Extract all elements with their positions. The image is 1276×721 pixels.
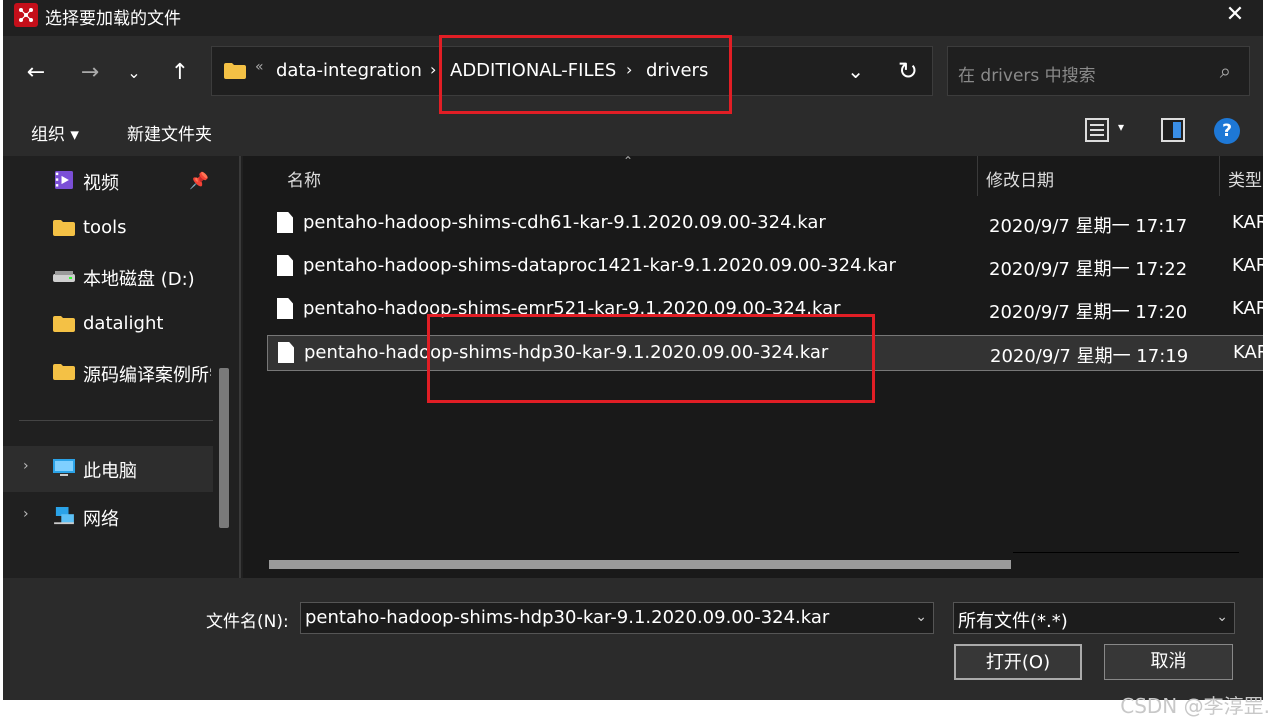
- organize-menu-button[interactable]: 组织 ▾: [31, 120, 79, 145]
- forward-arrow-icon[interactable]: →: [75, 58, 105, 88]
- sidebar-item-videos[interactable]: 视频 📌: [3, 158, 213, 204]
- sidebar-scrollbar[interactable]: [219, 368, 229, 528]
- filetype-chevron-icon[interactable]: ⌄: [1216, 609, 1228, 625]
- breadcrumb-overflow[interactable]: «: [255, 59, 264, 75]
- sidebar-item-label: 本地磁盘 (D:): [83, 269, 195, 290]
- file-type: KAR: [1232, 212, 1263, 233]
- file-row[interactable]: pentaho-hadoop-shims-dataproc1421-kar-9.…: [267, 249, 1263, 285]
- cancel-button[interactable]: 取消: [1104, 644, 1233, 680]
- annotation-highlight-path: [439, 35, 732, 114]
- app-icon: [14, 3, 38, 27]
- expand-chevron-icon[interactable]: ›: [23, 458, 29, 474]
- expand-chevron-icon[interactable]: ›: [23, 506, 29, 522]
- computer-icon: [53, 459, 75, 476]
- search-icon[interactable]: ⌕: [1220, 59, 1231, 83]
- back-arrow-icon[interactable]: ←: [21, 58, 51, 88]
- file-date: 2020/9/7 星期一 17:20: [989, 302, 1188, 323]
- pin-icon[interactable]: 📌: [189, 171, 209, 190]
- sort-ascending-icon: ⌃: [623, 154, 634, 168]
- column-divider[interactable]: [1219, 156, 1220, 196]
- network-icon: [54, 507, 74, 525]
- up-arrow-icon[interactable]: ↑: [165, 58, 195, 88]
- file-date: 2020/9/7 星期一 17:19: [990, 346, 1189, 367]
- title-bar: 选择要加载的文件 ✕: [3, 0, 1263, 30]
- file-type: KAR: [1233, 342, 1263, 363]
- sidebar-item-this-pc[interactable]: › 此电脑: [3, 446, 213, 492]
- file-type: KAR: [1232, 298, 1263, 319]
- sidebar-item-network[interactable]: › 网络: [3, 494, 213, 540]
- search-placeholder: 在 drivers 中搜索: [958, 66, 1096, 86]
- video-icon: [55, 171, 73, 189]
- view-options-chevron-icon[interactable]: ▾: [1118, 120, 1124, 134]
- filetype-value: 所有文件(*.*): [958, 611, 1068, 632]
- file-date: 2020/9/7 星期一 17:22: [989, 259, 1188, 280]
- file-icon: [278, 342, 294, 363]
- filetype-select[interactable]: 所有文件(*.*) ⌄: [953, 602, 1235, 634]
- column-header-type[interactable]: 类型: [1228, 166, 1262, 191]
- sidebar-item-datalight[interactable]: datalight: [3, 302, 213, 348]
- watermark: CSDN @李淳罡.: [1120, 694, 1270, 718]
- search-box[interactable]: 在 drivers 中搜索 ⌕: [947, 46, 1250, 96]
- new-folder-button[interactable]: 新建文件夹: [127, 120, 212, 145]
- filename-label: 文件名(N):: [206, 612, 289, 632]
- file-icon: [277, 212, 293, 233]
- recent-locations-chevron-icon[interactable]: ⌄: [119, 58, 149, 88]
- sidebar-item-label: tools: [83, 217, 127, 238]
- filename-history-chevron-icon[interactable]: ⌄: [915, 609, 927, 625]
- view-options-icon[interactable]: [1085, 118, 1109, 142]
- window-title: 选择要加载的文件: [45, 9, 181, 29]
- sidebar-item-label: 此电脑: [83, 461, 137, 482]
- navigation-pane: 视频 📌 tools 本地磁盘 (D:) datalight 源码编译案例所需 …: [3, 156, 235, 578]
- pane-splitter[interactable]: [239, 156, 241, 578]
- preview-pane-icon[interactable]: [1161, 118, 1185, 142]
- breadcrumb-data-integration[interactable]: data-integration: [276, 60, 422, 81]
- file-name: pentaho-hadoop-shims-dataproc1421-kar-9.…: [303, 255, 896, 276]
- file-type: KAR: [1232, 255, 1263, 276]
- sidebar-item-label: 源码编译案例所需: [83, 365, 211, 386]
- column-header-name[interactable]: 名称: [287, 166, 321, 191]
- folder-icon: [53, 316, 75, 332]
- sidebar-item-label: 网络: [83, 509, 119, 530]
- folder-icon: [53, 220, 75, 236]
- file-icon: [277, 298, 293, 319]
- sidebar-divider: [19, 420, 213, 421]
- drive-icon: [53, 271, 75, 282]
- dialog-footer: 文件名(N): pentaho-hadoop-shims-hdp30-kar-9…: [3, 578, 1263, 700]
- help-icon[interactable]: ?: [1214, 118, 1240, 144]
- file-name: pentaho-hadoop-shims-cdh61-kar-9.1.2020.…: [303, 212, 826, 233]
- horizontal-scrollbar[interactable]: [269, 560, 1011, 569]
- address-history-chevron-icon[interactable]: ⌄: [847, 59, 864, 83]
- sidebar-item-source-build[interactable]: 源码编译案例所需: [3, 350, 213, 396]
- scrollbar-track-edge: [1013, 552, 1239, 553]
- column-divider[interactable]: [977, 156, 978, 196]
- open-button[interactable]: 打开(O): [954, 644, 1082, 680]
- sidebar-item-label: datalight: [83, 313, 164, 334]
- close-button[interactable]: ✕: [1221, 2, 1249, 28]
- column-header-modified[interactable]: 修改日期: [986, 166, 1054, 191]
- file-icon: [277, 255, 293, 276]
- folder-icon: [224, 63, 246, 79]
- refresh-icon[interactable]: ↻: [898, 57, 918, 85]
- filename-input[interactable]: pentaho-hadoop-shims-hdp30-kar-9.1.2020.…: [300, 602, 934, 634]
- filename-value: pentaho-hadoop-shims-hdp30-kar-9.1.2020.…: [305, 607, 830, 628]
- sidebar-item-tools[interactable]: tools: [3, 206, 213, 252]
- folder-icon: [53, 364, 75, 380]
- file-row[interactable]: pentaho-hadoop-shims-cdh61-kar-9.1.2020.…: [267, 206, 1263, 242]
- sidebar-item-drive-d[interactable]: 本地磁盘 (D:): [3, 254, 213, 300]
- annotation-highlight-file: [427, 314, 875, 403]
- file-date: 2020/9/7 星期一 17:17: [989, 216, 1188, 237]
- breadcrumb-separator[interactable]: ›: [430, 60, 436, 79]
